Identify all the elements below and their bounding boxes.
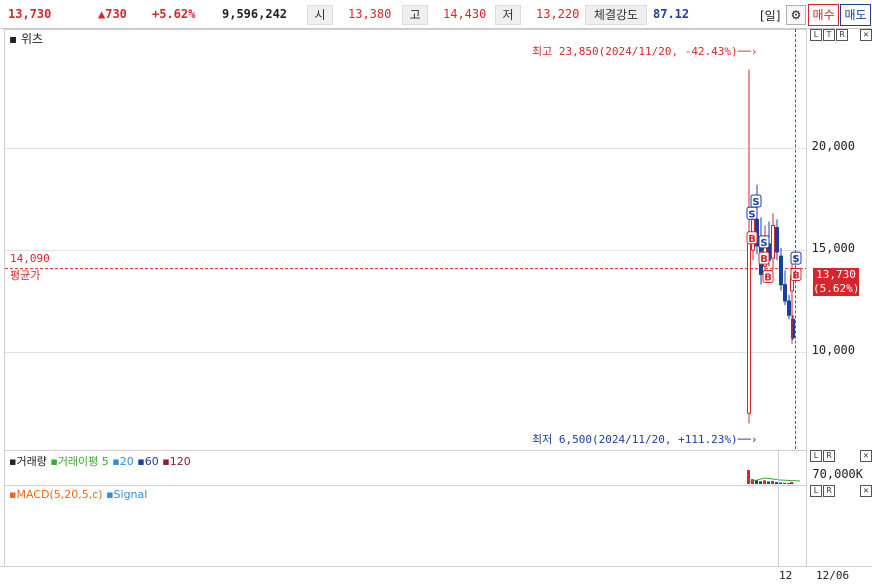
macd-chart-panel[interactable]: ▪MACD(5,20,5,c) ▪Signal xyxy=(4,485,807,567)
volume-plot-svg xyxy=(747,470,801,484)
close-macd-panel-icon[interactable]: ✕ xyxy=(860,485,872,497)
x-axis-tick: 12 xyxy=(779,569,793,582)
sell-signal-label: S xyxy=(748,209,755,220)
macd-scale-r-button[interactable]: R xyxy=(823,485,835,497)
scale-t-button[interactable]: T xyxy=(823,29,835,41)
high-price: 14,430 xyxy=(443,7,487,21)
open-label: 시 xyxy=(307,5,333,25)
macd-legend: ▪MACD(5,20,5,c) ▪Signal xyxy=(9,488,147,501)
volume-bar xyxy=(787,483,790,484)
sell-signal-label: S xyxy=(792,254,799,265)
volume-y-tick: 70,000K xyxy=(812,467,863,481)
price-axis: LTR ✕ 20,000 15,000 10,000 13,730 (5.62%… xyxy=(806,29,872,449)
trade-volume: 9,596,242 xyxy=(222,7,288,21)
current-price-tag-value: 13,730 xyxy=(816,268,856,281)
y-tick-10000: 10,000 xyxy=(811,343,855,357)
strength-label: 체결강도 xyxy=(585,5,647,25)
volume-bar xyxy=(759,481,762,484)
price-plot-svg: SSB SBBSB xyxy=(5,69,806,424)
buy-signal-label: B xyxy=(748,234,756,245)
last-bar-divider xyxy=(778,450,779,584)
sell-signal-label: S xyxy=(760,238,767,249)
scale-r-button[interactable]: R xyxy=(836,29,848,41)
volume-bar xyxy=(763,480,766,484)
low-price: 13,220 xyxy=(536,7,580,21)
open-price: 13,380 xyxy=(348,7,392,21)
period-selector[interactable]: [일] xyxy=(760,7,780,24)
volume-bar xyxy=(767,481,770,484)
low-label: 저 xyxy=(495,5,521,25)
current-price: 13,730 xyxy=(8,7,52,21)
price-change-percent: +5.62% xyxy=(152,7,196,21)
volume-bar xyxy=(783,482,786,484)
buy-signal-label: B xyxy=(792,270,800,281)
x-axis: 12 12/06 xyxy=(0,566,872,585)
volume-bar xyxy=(790,482,793,484)
buy-signal-label: B xyxy=(764,273,772,284)
buy-button[interactable]: 매수 xyxy=(808,4,839,26)
ticker-bar: 13,730 ▲730 +5.62% 9,596,242 시 13,380 고 … xyxy=(0,0,872,29)
candle-body xyxy=(771,225,775,259)
volume-axis: LR ✕ 70,000K xyxy=(806,450,872,484)
panel-scale-controls[interactable]: LTR xyxy=(809,29,848,41)
settings-button[interactable]: ⚙ xyxy=(786,5,806,25)
y-tick-20000: 20,000 xyxy=(811,139,855,153)
gear-icon: ⚙ xyxy=(790,8,802,22)
price-change: ▲730 xyxy=(98,7,127,21)
close-volume-panel-icon[interactable]: ✕ xyxy=(860,450,872,462)
close-panel-icon[interactable]: ✕ xyxy=(860,29,872,41)
sell-signal-label: S xyxy=(752,197,759,208)
signal-title: Signal xyxy=(113,488,148,501)
current-price-tag-pct: (5.62%) xyxy=(813,282,860,295)
macd-panel-controls[interactable]: LR xyxy=(809,485,835,497)
volume-scale-l-button[interactable]: L xyxy=(810,450,822,462)
volume-scale-r-button[interactable]: R xyxy=(823,450,835,462)
volume-chart-panel[interactable]: ▪거래량 ▪거래이평 5 ▪20 ▪60 ▪120 xyxy=(4,450,807,486)
scale-l-button[interactable]: L xyxy=(810,29,822,41)
volume-panel-controls[interactable]: LR xyxy=(809,450,835,462)
volume-bar xyxy=(771,480,774,484)
sell-button[interactable]: 매도 xyxy=(840,4,871,26)
buy-signal-label: B xyxy=(760,254,768,265)
macd-title: MACD(5,20,5,c) xyxy=(16,488,103,501)
x-axis-date: 12/06 xyxy=(816,569,850,582)
high-label: 고 xyxy=(402,5,428,25)
macd-axis: LR ✕ xyxy=(806,485,872,565)
current-bar-line xyxy=(795,29,796,449)
candle-body xyxy=(747,239,751,414)
candle-body xyxy=(787,300,791,316)
trade-strength: 87.12 xyxy=(653,7,690,21)
volume-bar xyxy=(779,482,782,484)
macd-label: ▪MACD(5,20,5,c) xyxy=(9,488,103,501)
candle-body xyxy=(783,284,787,302)
macd-scale-l-button[interactable]: L xyxy=(810,485,822,497)
price-chart-panel[interactable]: ▪ 위츠 최고 23,850(2024/11/20, -42.43%)──› 최… xyxy=(4,29,807,451)
signal-label: ▪Signal xyxy=(106,488,148,501)
current-price-tag: 13,730 (5.62%) xyxy=(813,268,859,296)
candle-body xyxy=(779,255,783,286)
candle-body xyxy=(775,227,779,253)
y-tick-15000: 15,000 xyxy=(811,241,855,255)
